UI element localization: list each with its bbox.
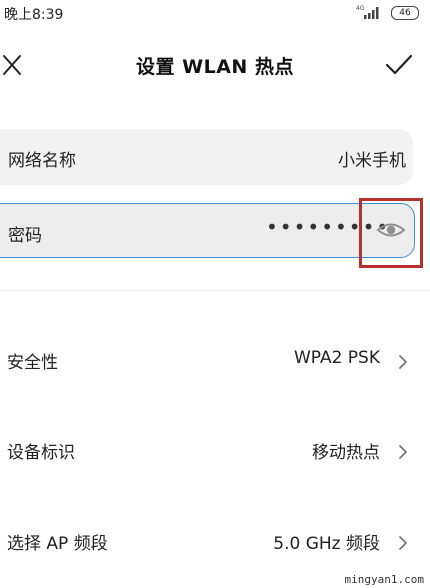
device-id-row[interactable]: 设备标识 移动热点 [0,422,430,482]
page-title: 设置 WLAN 热点 [136,56,294,78]
ssid-field[interactable]: 网络名称 小米手机 [0,129,413,185]
security-row[interactable]: 安全性 WPA2 PSK [0,332,430,392]
ssid-value[interactable]: 小米手机 [338,146,406,171]
chevron-right-icon [399,445,407,459]
battery-indicator: 46 [391,6,419,20]
status-bar: 晚上8:39 4G 46 [0,0,430,26]
network-label: 4G [356,5,365,12]
security-label: 安全性 [7,353,58,373]
signal-icon: 4G [356,5,379,19]
ssid-label: 网络名称 [8,151,76,171]
password-field[interactable]: 密码 ••••••••• [0,203,415,258]
ap-band-value: 5.0 GHz 频段 [273,534,380,554]
header: 设置 WLAN 热点 [0,40,430,92]
device-id-label: 设备标识 [7,443,75,463]
highlight-box [359,198,423,268]
chevron-right-icon [399,536,407,550]
security-value: WPA2 PSK [293,348,380,368]
divider [0,290,430,291]
watermark: mingyan1.com [344,573,424,586]
status-time: 晚上8:39 [4,7,64,23]
ap-band-label: 选择 AP 频段 [7,534,108,554]
chevron-right-icon [399,355,407,369]
password-label: 密码 [8,226,42,246]
device-id-value: 移动热点 [312,443,380,463]
ap-band-row[interactable]: 选择 AP 频段 5.0 GHz 频段 [0,513,430,573]
check-icon[interactable] [382,50,416,80]
